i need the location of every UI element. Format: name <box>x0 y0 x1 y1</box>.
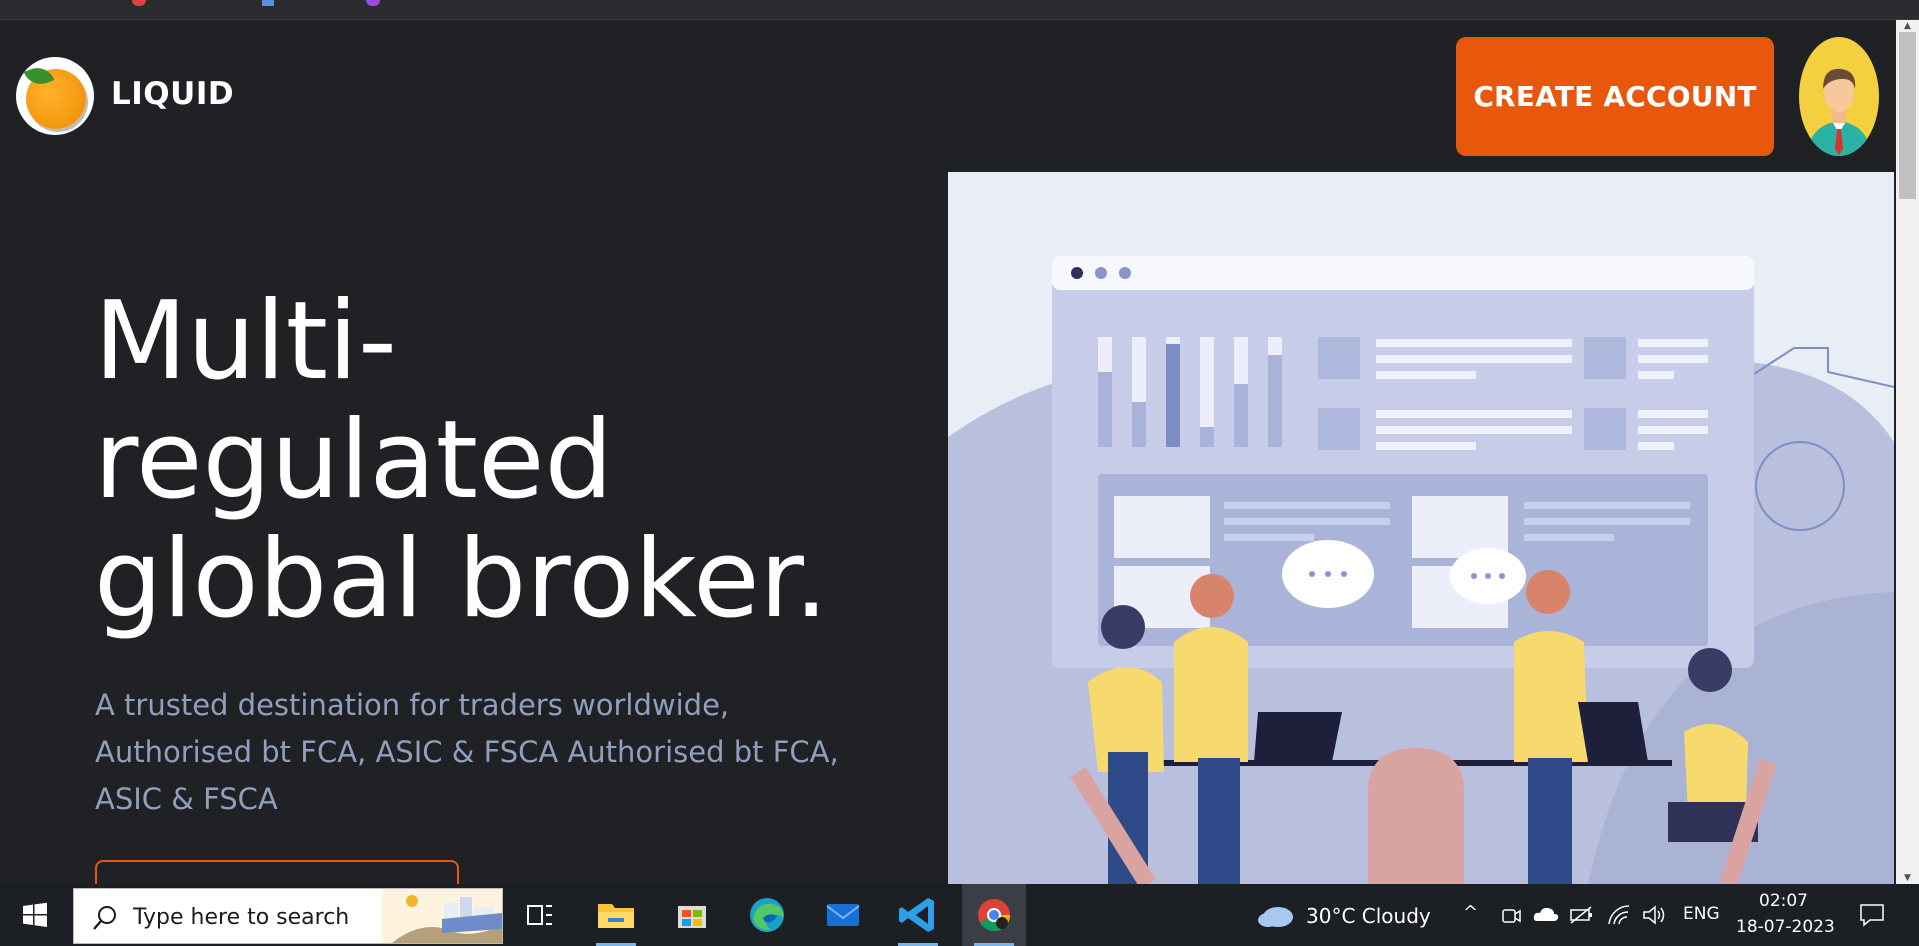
onedrive-icon[interactable] <box>1533 905 1559 923</box>
orange-logo-icon[interactable] <box>16 57 94 135</box>
edge-icon[interactable] <box>735 884 799 946</box>
headline-line-3: global broker. <box>94 517 829 642</box>
discover-accounts-button[interactable]: DISCOVER ACCOUNTS <box>95 860 459 884</box>
hero-illustration <box>948 172 1894 884</box>
scroll-up-icon[interactable]: ▲ <box>1896 20 1919 32</box>
taskbar-search-box[interactable]: Type here to search <box>73 888 503 944</box>
search-placeholder: Type here to search <box>133 905 350 930</box>
scrollbar-thumb[interactable] <box>1899 32 1916 199</box>
user-avatar-icon[interactable] <box>1799 37 1879 156</box>
headline-line-1: Multi- <box>94 279 397 404</box>
bookmark-app-icon[interactable] <box>366 0 380 6</box>
file-explorer-icon[interactable] <box>584 884 648 946</box>
task-view-icon[interactable] <box>508 884 572 946</box>
meet-now-icon[interactable] <box>1499 904 1523 926</box>
vscode-icon[interactable] <box>886 884 950 946</box>
chevron-up-icon[interactable]: ^ <box>1463 902 1478 923</box>
microsoft-store-icon[interactable] <box>660 884 724 946</box>
search-icon <box>93 906 116 930</box>
wifi-icon[interactable] <box>1606 904 1632 926</box>
volume-icon[interactable] <box>1641 904 1667 926</box>
notifications-icon[interactable] <box>1858 902 1886 928</box>
browser-bookmarks-strip <box>0 0 1919 20</box>
weather-text[interactable]: 30°C Cloudy <box>1306 904 1431 928</box>
cloudy-weather-icon[interactable] <box>1256 900 1296 930</box>
scroll-down-icon[interactable]: ▼ <box>1896 872 1919 884</box>
windows-start-icon[interactable] <box>0 884 70 946</box>
hero-subtext: A trusted destination for traders worldw… <box>95 688 839 816</box>
headline-line-2: regulated <box>94 398 614 523</box>
language-indicator[interactable]: ENG <box>1683 904 1720 924</box>
clock-date[interactable]: 18-07-2023 <box>1736 917 1835 937</box>
bookmark-favicon-icon[interactable] <box>132 0 146 6</box>
website-page: LIQUID CREATE ACCOUNT Multi- regulated g… <box>0 20 1919 884</box>
mail-icon[interactable] <box>811 884 875 946</box>
brand-name[interactable]: LIQUID <box>111 76 234 112</box>
chrome-icon[interactable] <box>962 884 1026 946</box>
bookmark-doc-icon[interactable] <box>262 0 274 6</box>
windows-taskbar: Type here to search 30°C Cloudy ^ ENG 02… <box>0 884 1919 946</box>
page-scrollbar[interactable]: ▲ ▼ <box>1896 20 1919 884</box>
clock-time[interactable]: 02:07 <box>1759 891 1808 911</box>
search-highlight-art-icon <box>382 889 502 943</box>
hero-headline: Multi- regulated global broker. <box>94 282 894 639</box>
battery-icon[interactable] <box>1569 905 1595 925</box>
create-account-button[interactable]: CREATE ACCOUNT <box>1456 37 1774 156</box>
